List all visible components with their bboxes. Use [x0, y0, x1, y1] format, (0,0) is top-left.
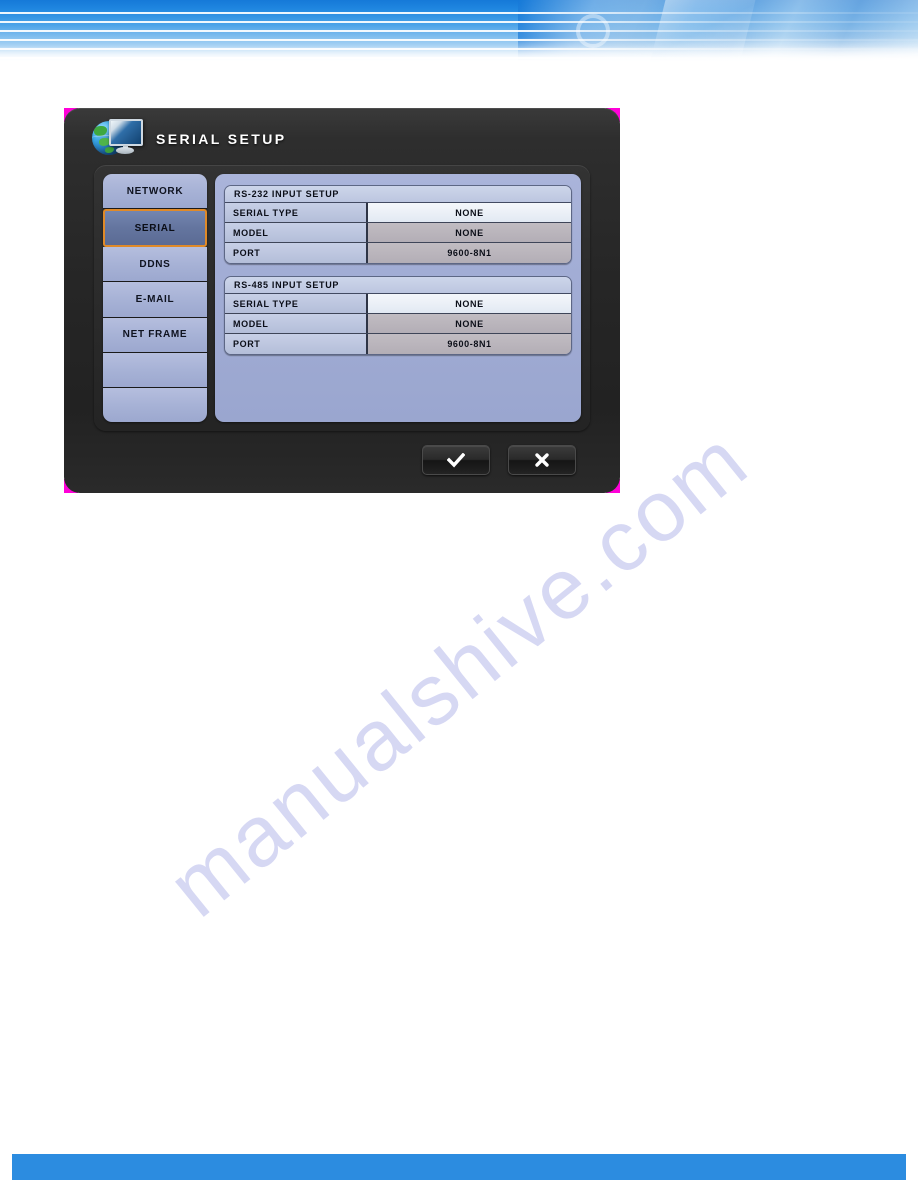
- cancel-button[interactable]: [508, 445, 576, 475]
- table-row: PORT 9600-8N1: [225, 243, 571, 263]
- sidebar-item-email[interactable]: E-MAIL: [103, 282, 207, 318]
- table-row: SERIAL TYPE NONE: [225, 294, 571, 314]
- group-title: RS-485 INPUT SETUP: [225, 277, 571, 294]
- row-value-rs232-model[interactable]: NONE: [368, 223, 571, 242]
- table-row: SERIAL TYPE NONE: [225, 203, 571, 223]
- globe-monitor-icon: [92, 115, 148, 167]
- banner-bottom-fade: [0, 46, 918, 62]
- table-row: PORT 9600-8N1: [225, 334, 571, 354]
- row-label-port: PORT: [225, 243, 368, 263]
- row-value-rs232-serial-type[interactable]: NONE: [368, 203, 571, 222]
- dialog-footer: [64, 445, 620, 475]
- row-label-serial-type: SERIAL TYPE: [225, 203, 368, 222]
- sidebar-item-label: NET FRAME: [122, 329, 188, 341]
- page-footer-bar: [12, 1154, 906, 1180]
- settings-content-panel: RS-232 INPUT SETUP SERIAL TYPE NONE MODE…: [215, 174, 581, 422]
- row-value-rs485-model[interactable]: NONE: [368, 314, 571, 333]
- sidebar-item-empty-2[interactable]: [103, 387, 207, 422]
- rs485-input-setup-group: RS-485 INPUT SETUP SERIAL TYPE NONE MODE…: [224, 276, 572, 355]
- row-value-rs485-port[interactable]: 9600-8N1: [368, 334, 571, 354]
- row-value-rs485-serial-type[interactable]: NONE: [368, 294, 571, 313]
- sidebar-item-label: NETWORK: [126, 185, 184, 197]
- close-icon: [534, 452, 550, 468]
- page-header-banner: [0, 0, 918, 62]
- row-label-model: MODEL: [225, 223, 368, 242]
- confirm-button[interactable]: [422, 445, 490, 475]
- sidebar-item-label: E-MAIL: [135, 293, 175, 305]
- row-label-model: MODEL: [225, 314, 368, 333]
- sidebar-item-empty-1[interactable]: [103, 352, 207, 388]
- sidebar-item-label: DDNS: [139, 258, 171, 270]
- sidebar-item-label: SERIAL: [134, 222, 176, 234]
- table-row: MODEL NONE: [225, 314, 571, 334]
- sidebar-item-ddns[interactable]: DDNS: [103, 247, 207, 283]
- sidebar-item-network[interactable]: NETWORK: [103, 174, 207, 210]
- row-value-rs232-port[interactable]: 9600-8N1: [368, 243, 571, 263]
- serial-setup-dialog-wrapper: SERIAL SETUP NETWORK SERIAL DDNS E-MAIL …: [64, 108, 620, 493]
- settings-sidebar: NETWORK SERIAL DDNS E-MAIL NET FRAME: [103, 174, 207, 422]
- dialog-header: SERIAL SETUP: [64, 108, 620, 170]
- rs232-input-setup-group: RS-232 INPUT SETUP SERIAL TYPE NONE MODE…: [224, 185, 572, 264]
- page-title: SERIAL SETUP: [156, 131, 287, 147]
- monitor-stand: [116, 147, 134, 154]
- page-watermark: manualshive.com: [150, 411, 850, 935]
- row-label-serial-type: SERIAL TYPE: [225, 294, 368, 313]
- row-label-port: PORT: [225, 334, 368, 354]
- serial-setup-dialog: SERIAL SETUP NETWORK SERIAL DDNS E-MAIL …: [64, 108, 620, 493]
- group-title: RS-232 INPUT SETUP: [225, 186, 571, 203]
- dialog-body: NETWORK SERIAL DDNS E-MAIL NET FRAME RS-…: [94, 165, 590, 431]
- sidebar-item-net-frame[interactable]: NET FRAME: [103, 317, 207, 353]
- monitor-icon: [109, 119, 143, 146]
- table-row: MODEL NONE: [225, 223, 571, 243]
- check-icon: [447, 452, 465, 468]
- sidebar-item-serial[interactable]: SERIAL: [103, 209, 207, 248]
